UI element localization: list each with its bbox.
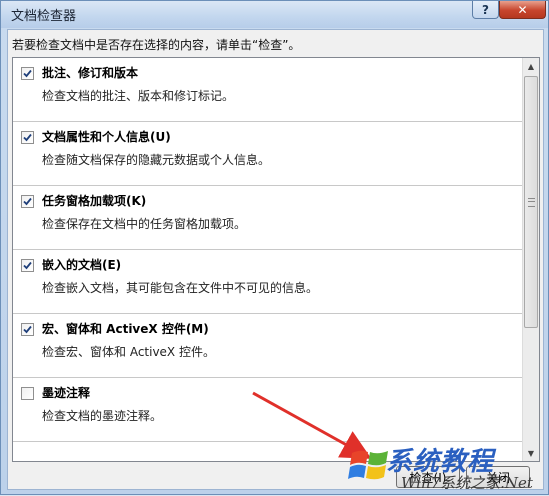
- inspection-item: 嵌入的文档(E) 检查嵌入文档，其可能包含在文件中不可见的信息。: [13, 250, 522, 314]
- inspection-item: 文档属性和个人信息(U) 检查随文档保存的隐藏元数据或个人信息。: [13, 122, 522, 186]
- vertical-scrollbar[interactable]: ▲ ▼: [522, 58, 539, 461]
- inspection-item-title: 嵌入的文档(E): [42, 258, 122, 272]
- checkmark-icon: [23, 133, 32, 142]
- inspection-item: 批注、修订和版本检查文档的批注、版本和修订标记。: [13, 58, 522, 122]
- scroll-down-arrow-icon[interactable]: ▼: [523, 445, 539, 461]
- button-bar: 检查(I) 关闭: [8, 462, 543, 489]
- inspection-item-title: 文档属性和个人信息(U): [42, 130, 171, 144]
- inspection-item-description: 检查嵌入文档，其可能包含在文件中不可见的信息。: [42, 281, 319, 295]
- inspection-item: 任务窗格加载项(K) 检查保存在文档中的任务窗格加载项。: [13, 186, 522, 250]
- inspect-button[interactable]: 检查(I): [396, 466, 460, 488]
- grip-icon: [527, 197, 535, 207]
- checkmark-icon: [23, 325, 32, 334]
- instruction-text: 若要检查文档中是否存在选择的内容，请单击“检查”。: [12, 38, 301, 52]
- window-title: 文档检查器: [11, 9, 77, 24]
- help-button[interactable]: ?: [472, 1, 499, 19]
- close-button[interactable]: 关闭: [466, 466, 530, 488]
- inspection-item: 墨迹注释检查文档的墨迹注释。: [13, 378, 522, 442]
- inspection-list[interactable]: 批注、修订和版本检查文档的批注、版本和修订标记。 文档属性和个人信息(U) 检查随文…: [12, 57, 540, 462]
- inspection-checkbox[interactable]: [21, 387, 34, 400]
- inspection-item-description: 检查文档的批注、版本和修订标记。: [42, 89, 235, 103]
- inspection-item-description: 检查宏、窗体和 ActiveX 控件。: [42, 345, 215, 359]
- inspection-item-description: 检查保存在文档中的任务窗格加载项。: [42, 217, 247, 231]
- inspection-item-title: 墨迹注释: [42, 386, 91, 400]
- inspection-checkbox[interactable]: [21, 195, 34, 208]
- close-window-button[interactable]: ✕: [499, 1, 546, 19]
- inspection-item-title: 宏、窗体和 ActiveX 控件(M): [42, 322, 209, 336]
- checkmark-icon: [23, 261, 32, 270]
- inspection-checkbox[interactable]: [21, 259, 34, 272]
- inspection-checkbox[interactable]: [21, 323, 34, 336]
- scroll-up-arrow-icon[interactable]: ▲: [523, 58, 539, 74]
- inspection-item-title: 任务窗格加载项(K): [42, 194, 147, 208]
- inspection-item-title: 批注、修订和版本: [42, 66, 139, 80]
- title-bar[interactable]: 文档检查器 ? ✕: [1, 1, 548, 28]
- inspection-checkbox[interactable]: [21, 131, 34, 144]
- scroll-thumb[interactable]: [524, 76, 538, 328]
- checkmark-icon: [23, 69, 32, 78]
- inspection-item-description: 检查随文档保存的隐藏元数据或个人信息。: [42, 153, 271, 167]
- inspection-item-description: 检查文档的墨迹注释。: [42, 409, 163, 423]
- checkmark-icon: [23, 197, 32, 206]
- inspection-item: 宏、窗体和 ActiveX 控件(M) 检查宏、窗体和 ActiveX 控件。: [13, 314, 522, 378]
- document-inspector-window: 文档检查器 ? ✕ 若要检查文档中是否存在选择的内容，请单击“检查”。 批注、修…: [0, 0, 549, 495]
- dialog-body: 若要检查文档中是否存在选择的内容，请单击“检查”。 批注、修订和版本检查文档的批…: [7, 29, 544, 490]
- inspection-checkbox[interactable]: [21, 67, 34, 80]
